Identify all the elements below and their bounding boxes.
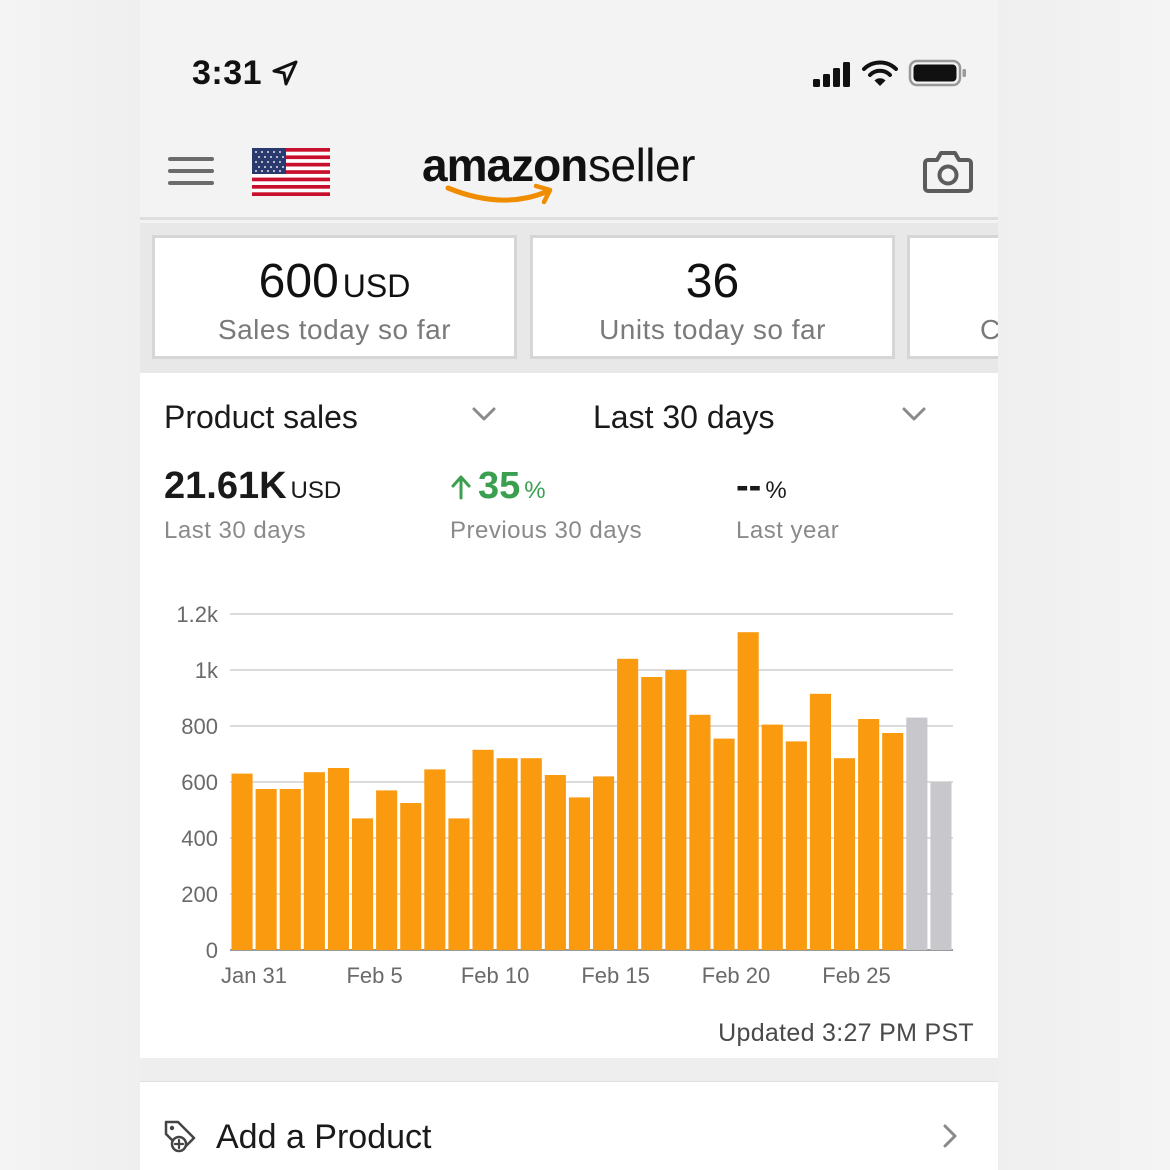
sales-bar-chart[interactable]: 1.2k 1k 800 600 400 200 0Jan 31 Feb 5 Feb 10 Feb … — [140, 583, 998, 993]
period-dropdown-label: Last 30 days — [593, 399, 775, 435]
chevron-right-icon — [943, 1124, 957, 1148]
sales-panel: Product sales Last 30 days 21.61K USD Las… — [140, 373, 998, 1058]
sales-bar[interactable] — [737, 632, 759, 950]
projected-bar[interactable] — [906, 717, 928, 950]
cellular-signal-icon — [813, 62, 850, 87]
stat-value: 35% — [450, 465, 642, 511]
card-value: 600 USD — [258, 255, 411, 308]
sales-bar[interactable] — [279, 789, 301, 950]
chevron-down-icon — [902, 407, 926, 421]
y-tick-label: 0 — [206, 938, 218, 963]
sales-today-card[interactable]: 600 USD Sales today so far — [152, 235, 517, 359]
amazon-smile-icon — [445, 183, 553, 205]
stat-label: Previous 30 days — [450, 517, 643, 544]
chevron-down-icon — [472, 407, 496, 421]
y-tick-label: 600 — [181, 770, 218, 795]
y-tick-label: 400 — [181, 826, 218, 851]
sales-bar[interactable] — [761, 724, 783, 950]
sales-bar[interactable] — [400, 803, 422, 950]
us-flag-icon[interactable] — [252, 148, 330, 196]
y-tick-label: 1k — [195, 658, 219, 683]
sales-bar[interactable] — [882, 733, 904, 950]
card-label: Sales today so far — [217, 314, 452, 345]
units-today-card[interactable]: 36 Units today so far — [530, 235, 895, 359]
total-sales-stat: 21.61K USD Last 30 days — [164, 465, 341, 545]
last-year-stat: --% Last year — [736, 465, 839, 545]
x-tick-label: Feb 25 — [822, 963, 891, 988]
x-tick-label: Feb 15 — [581, 963, 650, 988]
card-label: C — [980, 314, 998, 346]
background-right — [998, 0, 1170, 1170]
logo-seller-text: seller — [588, 139, 695, 191]
sales-bar[interactable] — [641, 677, 663, 950]
sales-bar[interactable] — [858, 719, 880, 950]
battery-icon — [908, 59, 966, 87]
stat-value: --% — [736, 465, 787, 507]
x-tick-label: Feb 20 — [702, 963, 771, 988]
x-tick-label: Jan 31 — [221, 963, 287, 988]
sales-bar[interactable] — [303, 772, 325, 950]
sales-bar[interactable] — [231, 773, 253, 950]
status-bar: 3:31 — [140, 0, 998, 120]
location-arrow-icon — [272, 60, 298, 86]
arrow-up-icon — [451, 475, 471, 500]
y-tick-label: 800 — [181, 714, 218, 739]
sales-bar[interactable] — [520, 758, 542, 950]
partial-card[interactable]: C — [907, 235, 998, 359]
sales-bar[interactable] — [424, 769, 446, 950]
updated-timestamp: Updated 3:27 PM PST — [718, 1019, 974, 1047]
sales-bar[interactable] — [544, 775, 566, 950]
sales-bar[interactable] — [689, 714, 711, 950]
app-header: amazon seller — [140, 120, 998, 220]
y-tick-label: 200 — [181, 882, 218, 907]
card-unit: USD — [342, 268, 411, 304]
card-label: Units today so far — [599, 314, 826, 345]
add-product-row[interactable]: Add a Product — [140, 1082, 998, 1170]
amazon-seller-logo: amazon seller — [422, 138, 722, 210]
sales-bar[interactable] — [327, 768, 349, 950]
sales-bar[interactable] — [617, 658, 639, 950]
x-tick-label: Feb 10 — [461, 963, 529, 988]
metric-cards-carousel[interactable]: 600 USD Sales today so far 36 Units today… — [140, 223, 998, 373]
sales-bar[interactable] — [809, 693, 831, 950]
previous-period-stat: 35% Previous 30 days — [450, 465, 642, 545]
background-left — [0, 0, 140, 1170]
x-tick-label: Feb 5 — [346, 963, 402, 988]
sales-bar[interactable] — [593, 776, 615, 950]
sales-bar[interactable] — [665, 670, 687, 950]
period-dropdown[interactable]: Last 30 days — [593, 397, 933, 441]
stat-value: 21.61K USD — [164, 465, 342, 507]
sales-bar[interactable] — [472, 749, 494, 950]
sales-bar[interactable] — [352, 818, 374, 950]
sales-bar[interactable] — [568, 797, 590, 950]
wifi-icon — [862, 60, 898, 86]
status-time: 3:31 — [192, 54, 263, 92]
camera-icon[interactable] — [922, 148, 974, 194]
stat-unit: USD — [290, 477, 342, 504]
metric-dropdown-label: Product sales — [164, 399, 358, 435]
phone-screen: 3:31 amazon seller 600 USD Sales today s… — [140, 0, 998, 1170]
hamburger-menu-icon[interactable] — [168, 154, 214, 188]
sales-bar[interactable] — [376, 790, 398, 950]
sales-bar[interactable] — [834, 758, 856, 950]
y-tick-label: 1.2k — [176, 602, 219, 627]
stat-unit: % — [765, 477, 787, 504]
sales-bar[interactable] — [785, 741, 807, 950]
sales-bar[interactable] — [496, 758, 518, 950]
sales-bar[interactable] — [448, 818, 470, 950]
add-product-label: Add a Product — [216, 1118, 432, 1156]
sales-bar[interactable] — [255, 789, 277, 950]
projected-bar[interactable] — [930, 782, 952, 950]
metric-dropdown[interactable]: Product sales — [164, 397, 504, 441]
sales-bar[interactable] — [713, 738, 735, 950]
stat-label: Last year — [736, 517, 840, 544]
add-tag-icon — [164, 1120, 196, 1153]
stat-unit: % — [524, 477, 546, 504]
section-divider — [140, 1058, 998, 1082]
card-value: 36 — [685, 255, 740, 308]
stat-label: Last 30 days — [164, 517, 307, 544]
